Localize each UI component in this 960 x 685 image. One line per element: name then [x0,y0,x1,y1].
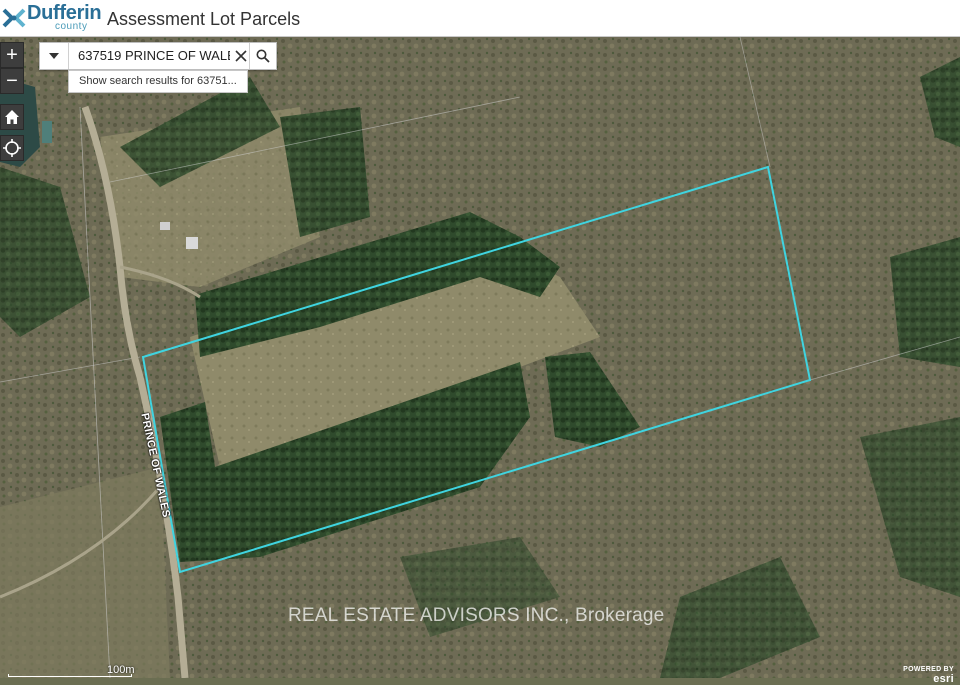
logo-wordmark: Dufferin [27,2,102,24]
home-button[interactable] [0,104,24,130]
page-title: Assessment Lot Parcels [107,9,301,29]
locate-icon [3,139,21,157]
powered-by-label: POWERED BY [903,666,954,673]
watermark: REAL ESTATE ADVISORS INC., Brokerage [288,605,665,626]
esri-logo: esri [933,673,954,685]
caret-down-icon [49,53,59,59]
forest-patch-east [890,237,960,367]
attribution[interactable]: POWERED BY esri [903,666,954,685]
map-view[interactable]: PRINCE OF WALES [0,37,960,678]
close-icon [235,50,247,62]
search-widget[interactable]: 637519 PRINCE OF WALE [39,42,277,70]
building [42,121,52,143]
zoom-in-button[interactable]: + [0,42,24,68]
building [186,237,198,249]
building [160,222,170,230]
dufferin-logo-icon [2,8,26,28]
locate-button[interactable] [0,135,24,161]
home-icon [5,110,19,124]
scale-bar: 100m [0,664,135,678]
search-button[interactable] [249,43,276,69]
logo-subtitle: county [55,21,88,32]
zoom-out-button[interactable]: − [0,68,24,94]
scale-label: 100m [107,664,135,676]
satellite-imagery[interactable] [0,37,960,678]
search-input[interactable]: 637519 PRINCE OF WALE [78,48,230,64]
search-source-dropdown[interactable] [40,43,69,69]
search-suggestion[interactable]: Show search results for 63751... [68,70,248,93]
app-header: Dufferin county Assessment Lot Parcels [0,0,960,37]
search-icon [256,49,270,63]
